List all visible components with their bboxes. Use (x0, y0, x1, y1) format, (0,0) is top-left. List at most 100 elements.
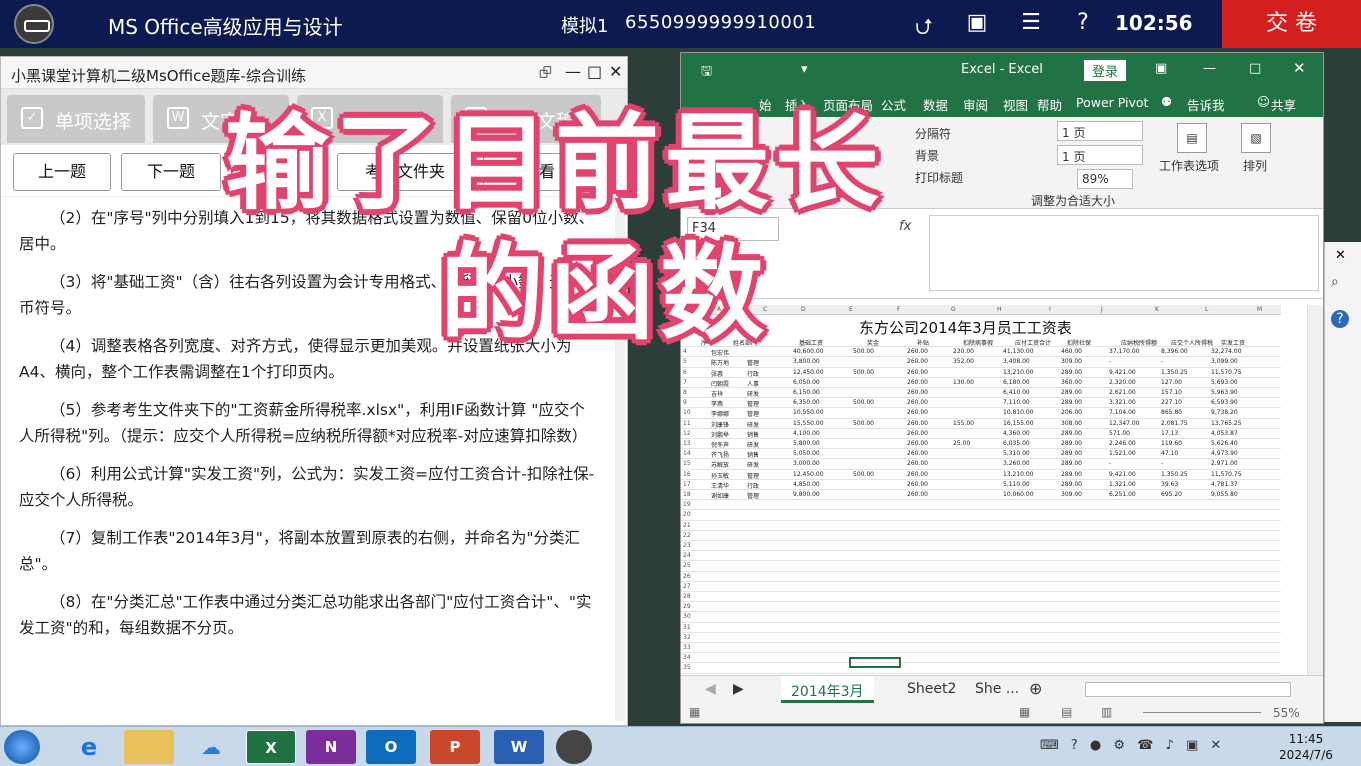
table-cell[interactable]: 3,000.00 (793, 460, 820, 467)
submit-button[interactable]: 交 卷 (1222, 0, 1361, 48)
page-layout-view-icon[interactable]: ▤ (1061, 705, 1072, 719)
table-cell[interactable]: 刘鹏举 (711, 430, 729, 439)
table-cell[interactable]: 6,180.00 (1003, 379, 1030, 386)
next-sheet-icon[interactable]: ▶ (733, 681, 744, 697)
table-cell[interactable]: 行政 (747, 369, 759, 378)
table-cell[interactable]: 苏解放 (711, 460, 729, 469)
table-cell[interactable]: 7,110.00 (1003, 399, 1030, 406)
table-cell[interactable]: 9,421.00 (1109, 369, 1136, 376)
table-cell[interactable]: 12,347.00 (1109, 420, 1140, 427)
table-cell[interactable]: - (1161, 460, 1163, 467)
table-cell[interactable]: 5,626.40 (1211, 440, 1238, 447)
table-cell[interactable]: 260.00 (907, 420, 928, 427)
table-cell[interactable]: 309.00 (1061, 491, 1082, 498)
table-cell[interactable]: 13,765.25 (1211, 420, 1242, 427)
table-cell[interactable]: 16,155.00 (1003, 420, 1034, 427)
table-cell[interactable]: 陈万地 (711, 358, 729, 367)
table-cell[interactable]: 155.00 (953, 420, 974, 427)
column-header[interactable]: H (997, 306, 1002, 313)
table-cell[interactable]: 500.00 (853, 420, 874, 427)
help-icon[interactable]: ? (1331, 310, 1349, 328)
table-cell[interactable]: 管理 (747, 399, 759, 408)
table-cell[interactable]: 1,350.25 (1161, 369, 1188, 376)
header-cell[interactable]: 应纳税所得额 (1121, 338, 1157, 347)
table-cell[interactable]: 308.00 (1061, 420, 1082, 427)
formula-bar[interactable] (929, 215, 1319, 291)
table-cell[interactable]: - (1161, 358, 1163, 365)
table-cell[interactable]: 289.00 (1061, 450, 1082, 457)
cloud-icon[interactable]: ☁ (186, 730, 236, 764)
column-header[interactable]: G (951, 306, 956, 313)
table-cell[interactable]: 127.00 (1161, 379, 1182, 386)
header-cell[interactable]: 应交个人所得税 (1171, 338, 1213, 347)
header-cell[interactable]: 奖金 (867, 338, 879, 347)
zoom-slider[interactable] (1143, 712, 1261, 713)
table-cell[interactable]: 13,210.00 (1003, 471, 1034, 478)
table-cell[interactable]: 260.00 (907, 460, 928, 467)
table-cell[interactable]: 8,396.00 (1161, 348, 1188, 355)
table-cell[interactable]: 孙玉敏 (711, 471, 729, 480)
table-cell[interactable]: 研发 (747, 460, 759, 469)
table-cell[interactable]: 3,408.00 (1003, 358, 1030, 365)
table-cell[interactable]: 260.00 (907, 399, 928, 406)
table-cell[interactable]: 1,321.00 (1109, 481, 1136, 488)
table-cell[interactable]: 260.00 (907, 471, 928, 478)
table-cell[interactable]: 倪冬声 (711, 440, 729, 449)
table-cell[interactable]: 571.00 (1109, 430, 1130, 437)
table-cell[interactable]: 227.10 (1161, 399, 1182, 406)
close-icon[interactable]: ✕ (1293, 59, 1306, 77)
table-cell[interactable]: 289.00 (1061, 430, 1082, 437)
table-cell[interactable]: 289.00 (1061, 399, 1082, 406)
prev-question-button[interactable]: 上一题 (13, 153, 111, 191)
tab-review[interactable]: 审阅 (963, 95, 988, 114)
table-cell[interactable]: 4,100.00 (793, 430, 820, 437)
table-cell[interactable]: 张惠 (711, 369, 723, 378)
sheet-tab-more[interactable]: She ... (965, 676, 1029, 703)
table-cell[interactable]: 销售 (747, 430, 759, 439)
ribbon-display-icon[interactable]: ▣ (1155, 61, 1167, 76)
table-cell[interactable]: 260.00 (907, 430, 928, 437)
table-cell[interactable]: 260.00 (907, 369, 928, 376)
table-cell[interactable]: 2,246.00 (1109, 440, 1136, 447)
height-select[interactable]: 1 页 (1057, 145, 1143, 165)
table-cell[interactable]: 1,350.25 (1161, 471, 1188, 478)
column-header[interactable]: L (1205, 306, 1208, 313)
table-cell[interactable]: 研发 (747, 440, 759, 449)
table-cell[interactable]: 13,210.00 (1003, 369, 1034, 376)
table-cell[interactable]: 289.00 (1061, 369, 1082, 376)
table-cell[interactable]: 260.00 (907, 481, 928, 488)
table-cell[interactable]: 行政 (747, 481, 759, 490)
header-cell[interactable]: 实发工资 (1221, 338, 1245, 347)
table-cell[interactable]: 260.00 (907, 389, 928, 396)
table-cell[interactable]: 260.00 (907, 379, 928, 386)
table-cell[interactable]: 管理 (747, 358, 759, 367)
column-header[interactable]: E (849, 306, 853, 313)
close-icon[interactable]: ✕ (1335, 248, 1346, 263)
table-cell[interactable]: 2,621.00 (1109, 389, 1136, 396)
table-cell[interactable]: 500.00 (853, 399, 874, 406)
table-cell[interactable]: 260.00 (907, 450, 928, 457)
vertical-scrollbar[interactable] (1307, 305, 1323, 675)
column-header[interactable]: F (897, 306, 900, 313)
table-cell[interactable]: - (1109, 358, 1111, 365)
table-cell[interactable]: 500.00 (853, 471, 874, 478)
background-button[interactable]: 背景 (915, 147, 939, 164)
table-cell[interactable]: 260.00 (907, 440, 928, 447)
table-cell[interactable]: 3,321.00 (1109, 399, 1136, 406)
collapse-icon[interactable]: ⮍ (909, 10, 939, 48)
system-tray-icons[interactable]: ⌨ ? ● ⚙ ☎ ♪ ▣ ✕ (1040, 738, 1225, 753)
table-cell[interactable]: 11,570.75 (1211, 369, 1242, 376)
table-cell[interactable]: 289.00 (1061, 471, 1082, 478)
table-cell[interactable]: 5,310.00 (1003, 450, 1030, 457)
login-button[interactable]: 登录 (1084, 60, 1127, 81)
table-cell[interactable]: 4,053.87 (1211, 430, 1238, 437)
table-cell[interactable]: 12,450.00 (793, 471, 824, 478)
table-cell[interactable]: 2,081.75 (1161, 420, 1188, 427)
table-cell[interactable]: 17.13 (1161, 430, 1178, 437)
table-cell[interactable]: 王清华 (711, 481, 729, 490)
table-cell[interactable]: 4,360.00 (1003, 430, 1030, 437)
table-cell[interactable]: 1,521.00 (1109, 450, 1136, 457)
tab-power-pivot[interactable]: Power Pivot (1076, 95, 1148, 110)
table-cell[interactable]: 5,800.00 (793, 440, 820, 447)
table-cell[interactable]: 6,150.00 (793, 389, 820, 396)
